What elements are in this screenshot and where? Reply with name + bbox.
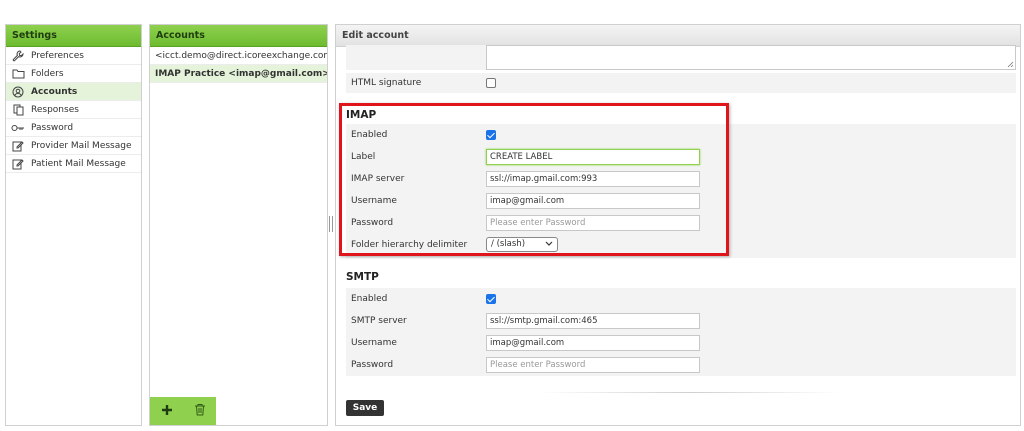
html-signature-row: HTML signature: [346, 73, 1016, 93]
html-signature-checkbox[interactable]: [486, 78, 496, 88]
accounts-panel: Accounts <icct.demo@direct.icoreexchange…: [149, 24, 328, 426]
smtp-section: Enabled SMTP server ssl://smtp.gmail.com…: [346, 288, 1016, 376]
sidebar-item-responses[interactable]: Responses: [6, 101, 141, 119]
signature-textarea[interactable]: [486, 45, 1016, 70]
smtp-password-input[interactable]: Please enter Password: [486, 357, 700, 373]
user-circle-icon: [11, 85, 25, 99]
sidebar-item-label: Accounts: [31, 86, 78, 97]
panel-resize-handle[interactable]: [329, 216, 333, 232]
smtp-username-label: Username: [351, 338, 397, 348]
smtp-section-title: SMTP: [346, 271, 379, 283]
accounts-footer: [150, 397, 216, 425]
imap-highlight-box: [339, 103, 729, 256]
trash-icon: [194, 403, 206, 419]
edit-account-header: Edit account: [336, 25, 1020, 47]
smtp-username-input[interactable]: imap@gmail.com: [486, 335, 700, 351]
copy-icon: [11, 103, 25, 117]
settings-panel: Settings Preferences Folders Accounts Re…: [5, 24, 142, 426]
smtp-server-label: SMTP server: [351, 316, 407, 326]
sidebar-item-label: Folders: [31, 68, 64, 79]
sidebar-item-label: Responses: [31, 104, 79, 115]
sidebar-item-preferences[interactable]: Preferences: [6, 47, 141, 65]
smtp-enabled-label: Enabled: [351, 294, 388, 304]
html-signature-label: HTML signature: [351, 78, 422, 88]
divider: [540, 392, 840, 393]
sidebar-item-label: Patient Mail Message: [31, 158, 126, 169]
sidebar-item-password[interactable]: Password: [6, 119, 141, 137]
smtp-password-label: Password: [351, 360, 394, 370]
accounts-header: Accounts: [150, 25, 327, 47]
sidebar-item-folders[interactable]: Folders: [6, 65, 141, 83]
sidebar-item-label: Password: [31, 122, 74, 133]
wrench-icon: [11, 49, 25, 63]
key-icon: [11, 121, 25, 135]
delete-account-button[interactable]: [189, 400, 211, 422]
plus-icon: [161, 404, 173, 419]
add-account-button[interactable]: [156, 400, 178, 422]
resize-grip-icon: [1007, 61, 1014, 68]
smtp-server-input[interactable]: ssl://smtp.gmail.com:465: [486, 313, 700, 329]
sidebar-item-label: Provider Mail Message: [31, 140, 132, 151]
account-list-item-selected[interactable]: IMAP Practice <imap@gmail.com>: [150, 65, 327, 83]
edit-icon: [11, 157, 25, 171]
edit-icon: [11, 139, 25, 153]
sidebar-item-accounts[interactable]: Accounts: [6, 83, 141, 101]
folder-icon: [11, 67, 25, 81]
account-list-item[interactable]: <icct.demo@direct.icoreexchange.com>: [150, 47, 327, 65]
save-button[interactable]: Save: [346, 400, 384, 416]
sidebar-item-patient-mail-message[interactable]: Patient Mail Message: [6, 155, 141, 173]
sidebar-item-label: Preferences: [31, 50, 84, 61]
signature-row: [346, 45, 1016, 70]
smtp-enabled-checkbox[interactable]: [486, 294, 496, 304]
settings-header: Settings: [6, 25, 141, 47]
sidebar-item-provider-mail-message[interactable]: Provider Mail Message: [6, 137, 141, 155]
